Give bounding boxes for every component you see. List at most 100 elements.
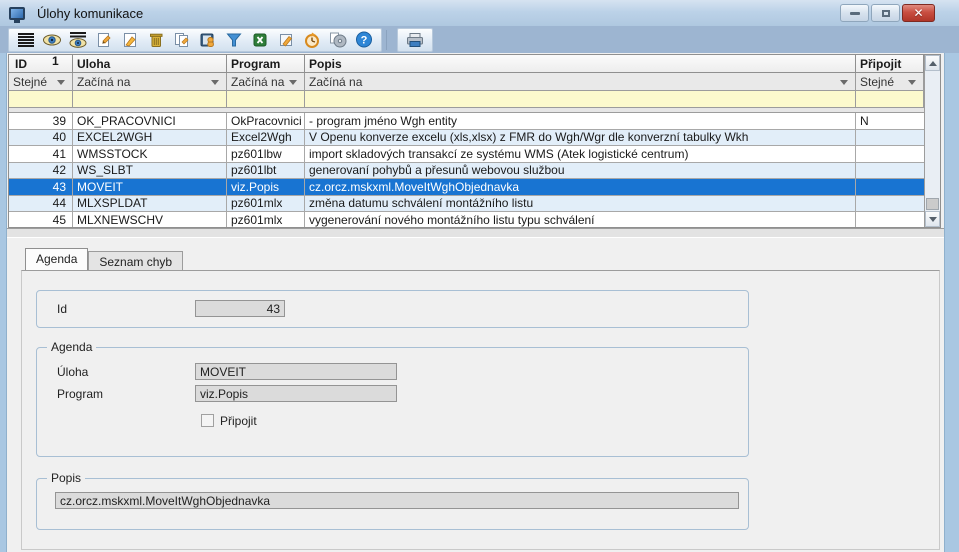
column-header-popis[interactable]: Popis (305, 55, 856, 72)
chevron-down-icon (289, 80, 297, 85)
filter-input-uloha[interactable] (73, 91, 227, 107)
view-eye-icon[interactable] (39, 29, 65, 50)
splitter[interactable] (7, 228, 944, 238)
filter-input-program[interactable] (227, 91, 305, 107)
column-header-program[interactable]: Program (227, 55, 305, 72)
table-row[interactable]: 42WS_SLBTpz601lbtgenerovaní pohybů a pře… (9, 163, 924, 180)
minimize-button[interactable] (840, 4, 869, 22)
pripojit-checkbox[interactable] (201, 414, 214, 427)
tab-agenda[interactable]: Agenda (25, 248, 88, 270)
filter-input-popis[interactable] (305, 91, 856, 107)
popis-groupbox: Popis cz.orcz.mskxml.MoveItWghObjednavka (36, 478, 749, 530)
agenda-group-legend: Agenda (47, 340, 96, 354)
table-cell[interactable]: pz601lbw (227, 146, 305, 162)
restore-button[interactable] (871, 4, 900, 22)
toolbar-print-strip (397, 28, 433, 52)
filter-combo-pripojit[interactable]: Stejné (856, 73, 924, 90)
table-cell[interactable] (856, 179, 924, 195)
table-cell[interactable]: import skladových transakcí ze systému W… (305, 146, 856, 162)
table-cell[interactable]: - program jméno Wgh entity (305, 113, 856, 129)
menu-list-icon[interactable] (13, 29, 39, 50)
scroll-down-button[interactable] (925, 211, 940, 227)
tab-content: Id 43 Agenda Úloha MOVEIT Program viz.Po… (21, 270, 940, 550)
table-cell[interactable] (856, 212, 924, 227)
table-cell[interactable] (856, 196, 924, 212)
new-record-icon[interactable] (91, 29, 117, 50)
edit-record-icon[interactable] (117, 29, 143, 50)
disc-icon[interactable] (325, 29, 351, 50)
refresh-clock-icon[interactable] (299, 29, 325, 50)
filter-combo-program[interactable]: Začíná na (227, 73, 305, 90)
filter-operator-row: Stejné Začíná na Začíná na Začíná na Ste… (9, 73, 924, 91)
export-excel-icon[interactable] (247, 29, 273, 50)
filter-icon[interactable] (221, 29, 247, 50)
id-field: 43 (195, 300, 285, 317)
detail-panel: Agenda Seznam chyb Id 43 Agenda Úloha MO… (7, 238, 944, 552)
app-window: Úlohy komunikace ✕ (0, 0, 959, 552)
chevron-down-icon (908, 80, 916, 85)
table-cell[interactable]: cz.orcz.mskxml.MoveItWghObjednavka (305, 179, 856, 195)
filter-value-row (9, 91, 924, 108)
help-icon[interactable]: ? (351, 29, 377, 50)
edit-note-icon[interactable] (273, 29, 299, 50)
table-cell[interactable]: vygenerování nového montážního listu typ… (305, 212, 856, 227)
table-cell[interactable]: MOVEIT (73, 179, 227, 195)
table-cell[interactable]: pz601mlx (227, 196, 305, 212)
close-button[interactable]: ✕ (902, 4, 935, 22)
table-row[interactable]: 40EXCEL2WGHExcel2WghV Openu konverze exc… (9, 130, 924, 147)
table-cell[interactable]: 40 (9, 130, 73, 146)
table-cell[interactable]: 43 (9, 179, 73, 195)
filter-input-id[interactable] (9, 91, 73, 107)
table-cell[interactable] (856, 146, 924, 162)
tasks-grid: ID 1 Uloha Program Popis Připojit Stejné… (8, 54, 941, 228)
scroll-up-button[interactable] (925, 55, 940, 71)
table-cell[interactable] (856, 163, 924, 179)
column-header-id[interactable]: ID 1 (9, 55, 73, 72)
view-eye-columns-icon[interactable] (65, 29, 91, 50)
title-bar: Úlohy komunikace ✕ (0, 0, 959, 26)
table-row[interactable]: 39OK_PRACOVNICIOkPracovnici- program jmé… (9, 113, 924, 130)
table-cell[interactable]: OkPracovnici (227, 113, 305, 129)
filter-input-pripojit[interactable] (856, 91, 924, 107)
table-cell[interactable]: generovaní pohybů a přesunů webovou služ… (305, 163, 856, 179)
browse-book-icon[interactable] (195, 29, 221, 50)
table-cell[interactable]: EXCEL2WGH (73, 130, 227, 146)
table-cell[interactable]: WS_SLBT (73, 163, 227, 179)
table-cell[interactable]: N (856, 113, 924, 129)
grid-header-row: ID 1 Uloha Program Popis Připojit (9, 55, 924, 73)
table-cell[interactable]: V Openu konverze excelu (xls,xlsx) z FMR… (305, 130, 856, 146)
table-cell[interactable]: 44 (9, 196, 73, 212)
table-cell[interactable]: 45 (9, 212, 73, 227)
table-cell[interactable]: MLXSPLDAT (73, 196, 227, 212)
delete-record-icon[interactable] (143, 29, 169, 50)
copy-record-icon[interactable] (169, 29, 195, 50)
table-cell[interactable]: 39 (9, 113, 73, 129)
table-cell[interactable]: OK_PRACOVNICI (73, 113, 227, 129)
table-cell[interactable]: změna datumu schválení montážního listu (305, 196, 856, 212)
tab-seznam-chyb[interactable]: Seznam chyb (88, 251, 183, 270)
table-cell[interactable]: 42 (9, 163, 73, 179)
pripojit-checkbox-label: Připojit (220, 414, 257, 428)
filter-combo-popis[interactable]: Začíná na (305, 73, 856, 90)
table-cell[interactable]: Excel2Wgh (227, 130, 305, 146)
chevron-down-icon (57, 80, 65, 85)
table-cell[interactable]: MLXNEWSCHV (73, 212, 227, 227)
vertical-scrollbar[interactable] (924, 55, 940, 227)
table-row[interactable]: 41WMSSTOCKpz601lbwimport skladových tran… (9, 146, 924, 163)
table-cell[interactable]: pz601mlx (227, 212, 305, 227)
print-icon[interactable] (402, 29, 428, 50)
table-cell[interactable]: pz601lbt (227, 163, 305, 179)
table-cell[interactable]: 41 (9, 146, 73, 162)
scrollbar-thumb[interactable] (926, 198, 939, 210)
table-row[interactable]: 43MOVEITviz.Popiscz.orcz.mskxml.MoveItWg… (9, 179, 924, 196)
table-row[interactable]: 45MLXNEWSCHVpz601mlxvygenerování nového … (9, 212, 924, 227)
table-row[interactable]: 44MLXSPLDATpz601mlxzměna datumu schválen… (9, 196, 924, 213)
column-header-pripojit[interactable]: Připojit (856, 55, 924, 72)
table-cell[interactable]: WMSSTOCK (73, 146, 227, 162)
window-title: Úlohy komunikace (37, 6, 143, 21)
filter-combo-uloha[interactable]: Začíná na (73, 73, 227, 90)
table-cell[interactable]: viz.Popis (227, 179, 305, 195)
table-cell[interactable] (856, 130, 924, 146)
filter-combo-id[interactable]: Stejné (9, 73, 73, 90)
column-header-uloha[interactable]: Uloha (73, 55, 227, 72)
